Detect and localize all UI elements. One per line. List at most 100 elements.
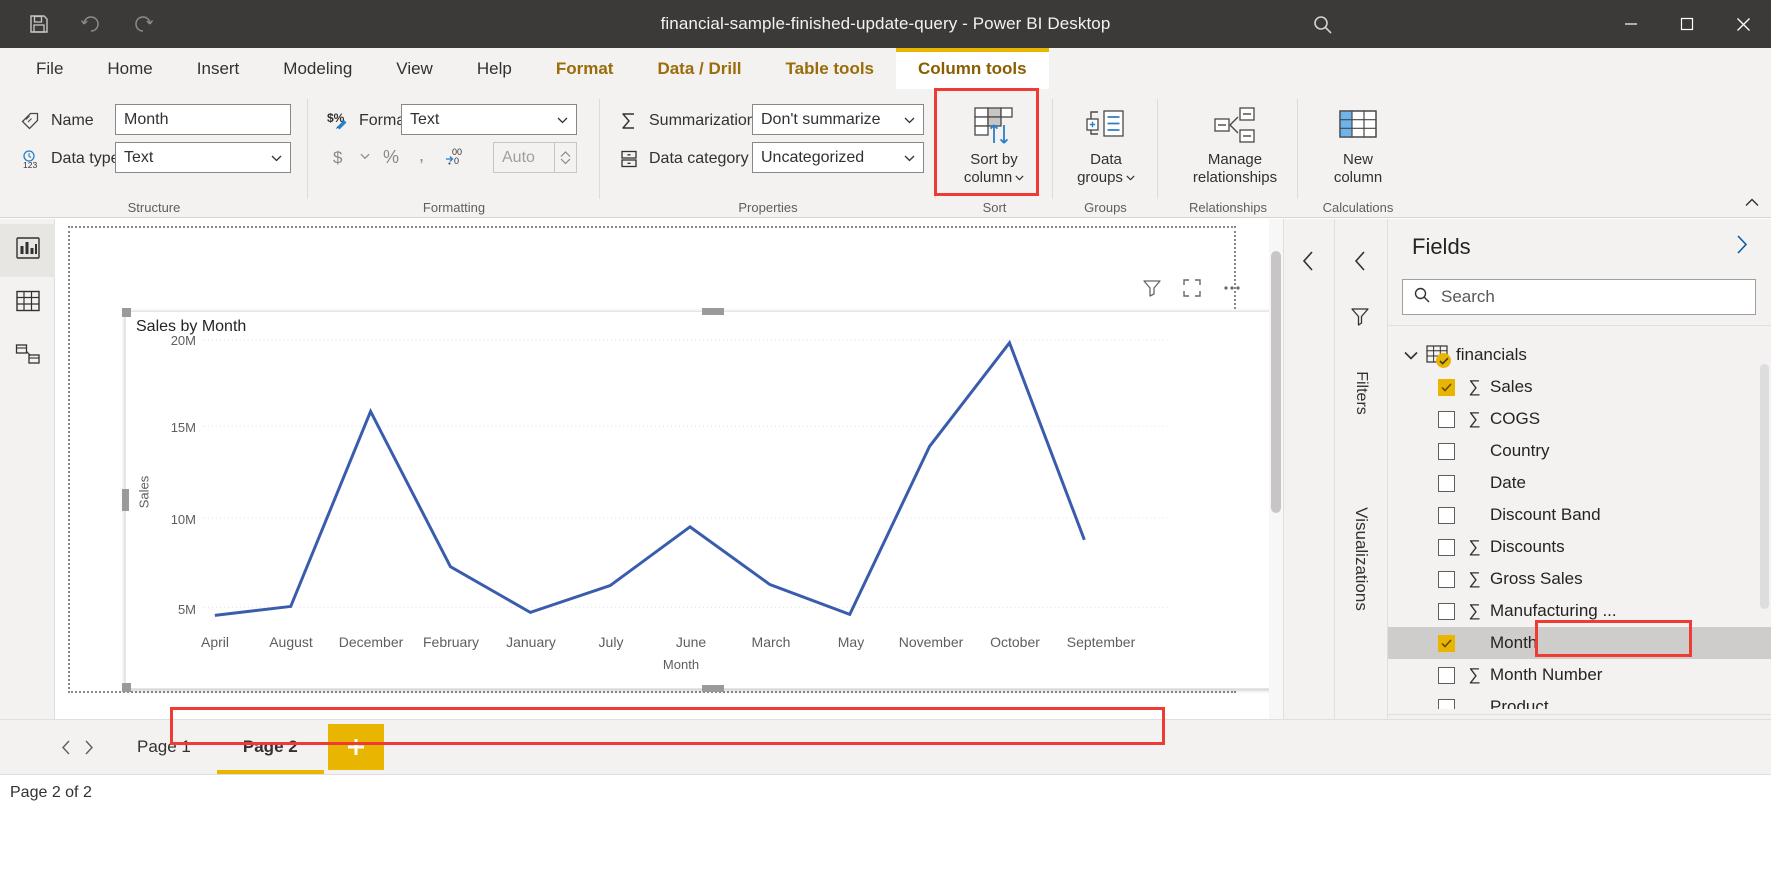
sidebar-item-data-view[interactable] [0, 277, 55, 330]
page-tab-page-2[interactable]: Page 2 [217, 720, 324, 775]
field-item-manufacturing-price[interactable]: ∑ Manufacturing ... [1388, 595, 1771, 627]
field-checkbox[interactable] [1438, 379, 1455, 396]
canvas-scrollbar-thumb[interactable] [1271, 251, 1281, 513]
chart-x-tick-10: October [971, 634, 1059, 650]
manage-relationships-button[interactable]: Manage relationships [1180, 89, 1290, 186]
data-groups-button[interactable]: Data groups [1059, 89, 1153, 186]
chevron-right-icon[interactable] [1734, 234, 1749, 260]
resize-handle-sw[interactable] [122, 683, 131, 692]
chevron-up-icon [560, 151, 571, 158]
report-canvas[interactable]: Sales by Month [55, 219, 1283, 719]
field-checkbox[interactable] [1438, 411, 1455, 428]
field-checkbox[interactable] [1438, 443, 1455, 460]
resize-handle-nw[interactable] [122, 308, 131, 317]
line-chart-visual[interactable]: Sales by Month [125, 311, 1283, 689]
field-item-discount-band[interactable]: Discount Band [1388, 499, 1771, 531]
resize-handle-s[interactable] [702, 685, 724, 692]
maximize-icon[interactable] [1659, 0, 1715, 48]
datatype-select[interactable]: Text [115, 142, 291, 173]
tab-modeling[interactable]: Modeling [261, 48, 374, 89]
field-item-month-number[interactable]: ∑ Month Number [1388, 659, 1771, 691]
sidebar-item-report-view[interactable] [0, 224, 55, 277]
save-icon[interactable] [26, 11, 52, 37]
name-input[interactable]: Month [115, 104, 291, 135]
manage-relationships-label-line1: Manage [1208, 151, 1262, 169]
group-label-sort: Sort [936, 200, 1053, 215]
currency-dropdown-chevron-down-icon[interactable] [357, 141, 373, 171]
field-item-date[interactable]: Date [1388, 467, 1771, 499]
field-checkbox[interactable] [1438, 539, 1455, 556]
redo-icon[interactable] [130, 11, 156, 37]
fields-pane-title: Fields [1412, 234, 1471, 260]
tab-column-tools[interactable]: Column tools [896, 48, 1049, 89]
summarization-select[interactable]: Don't summarize [752, 104, 924, 135]
tab-view[interactable]: View [374, 48, 455, 89]
sidebar-item-model-view[interactable] [0, 330, 55, 383]
page-prev-chevron-left-icon[interactable] [55, 727, 77, 767]
new-column-button[interactable]: New column [1311, 89, 1405, 186]
field-item-country[interactable]: Country [1388, 435, 1771, 467]
sigma-icon: ∑ [1465, 537, 1484, 557]
chart-y-tick-2: 10M [148, 512, 196, 527]
decimal-places-icon[interactable]: 000 [442, 141, 472, 171]
filters-pane-collapsed[interactable]: Filters Visualizations [1334, 219, 1387, 719]
focus-mode-icon[interactable] [1181, 277, 1203, 299]
fields-pane-header: Fields [1388, 219, 1771, 275]
chart-x-tick-11: September [1051, 634, 1151, 650]
svg-text:123: 123 [23, 160, 37, 170]
field-item-product[interactable]: Product [1388, 691, 1771, 709]
field-item-discounts[interactable]: ∑ Discounts [1388, 531, 1771, 563]
add-page-button[interactable] [328, 724, 384, 770]
thousands-separator-icon[interactable]: , [409, 141, 439, 171]
minimize-icon[interactable] [1603, 0, 1659, 48]
format-select[interactable]: Text [401, 104, 577, 135]
tab-data-drill[interactable]: Data / Drill [635, 48, 763, 89]
sort-by-column-button[interactable]: Sort by column [947, 89, 1041, 186]
undo-icon[interactable] [78, 11, 104, 37]
field-checkbox[interactable] [1438, 507, 1455, 524]
resize-handle-n[interactable] [702, 308, 724, 315]
field-checkbox[interactable] [1438, 635, 1455, 652]
tab-home[interactable]: Home [85, 48, 174, 89]
collapse-pane-chevron-left-icon-2[interactable] [1349, 249, 1373, 273]
resize-handle-w[interactable] [122, 489, 129, 511]
search-icon[interactable] [1310, 12, 1336, 38]
tab-format[interactable]: Format [534, 48, 636, 89]
decimal-spinner[interactable] [555, 142, 577, 173]
field-checkbox[interactable] [1438, 475, 1455, 492]
search-input[interactable]: Search [1402, 279, 1756, 315]
field-checkbox[interactable] [1438, 603, 1455, 620]
currency-icon[interactable]: $ [324, 141, 354, 171]
fields-table-node-financials[interactable]: financials [1388, 339, 1771, 371]
percent-icon[interactable]: % [376, 141, 406, 171]
more-options-icon[interactable] [1221, 277, 1243, 299]
field-checkbox[interactable] [1438, 571, 1455, 588]
close-icon[interactable] [1715, 0, 1771, 48]
decimal-places-input[interactable]: Auto [493, 142, 555, 173]
collapse-ribbon-button[interactable] [1741, 191, 1763, 213]
field-item-sales[interactable]: ∑ Sales [1388, 371, 1771, 403]
field-checkbox[interactable] [1438, 667, 1455, 684]
tab-table-tools[interactable]: Table tools [764, 48, 896, 89]
view-switcher-bar [0, 219, 55, 719]
chart-x-tick-8: May [811, 634, 891, 650]
data-category-label: Data category [649, 150, 749, 168]
summarization-label: Summarization [649, 112, 756, 130]
field-item-gross-sales[interactable]: ∑ Gross Sales [1388, 563, 1771, 595]
page-next-chevron-right-icon[interactable] [77, 727, 99, 767]
filter-icon[interactable] [1141, 277, 1163, 299]
fields-scrollbar-thumb[interactable] [1760, 364, 1769, 609]
page-tab-page-1[interactable]: Page 1 [111, 720, 217, 775]
data-category-select[interactable]: Uncategorized [752, 142, 924, 173]
chevron-down-icon[interactable] [1404, 351, 1426, 360]
tab-file[interactable]: File [14, 48, 85, 89]
field-label: Month Number [1490, 665, 1602, 685]
canvas-scrollbar[interactable] [1269, 219, 1283, 719]
collapse-pane-chevron-left-icon-1[interactable] [1297, 249, 1321, 273]
field-checkbox[interactable] [1438, 699, 1455, 710]
chart-y-tick-1: 15M [148, 420, 196, 435]
tab-insert[interactable]: Insert [175, 48, 262, 89]
tab-help[interactable]: Help [455, 48, 534, 89]
field-item-cogs[interactable]: ∑ COGS [1388, 403, 1771, 435]
field-item-month[interactable]: Month [1388, 627, 1771, 659]
